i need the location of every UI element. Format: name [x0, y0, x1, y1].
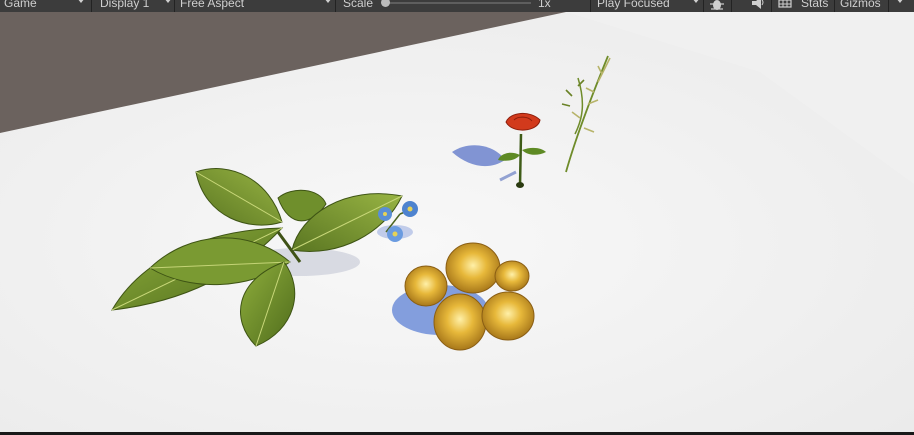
divider	[703, 0, 704, 12]
gizmos-button[interactable]: Gizmos	[840, 0, 881, 11]
view-tab-chevron-down-icon[interactable]	[77, 0, 85, 3]
divider	[834, 0, 835, 12]
aspect-chevron-down-icon[interactable]	[324, 0, 332, 3]
game-view-toolbar: Game Display 1 Free Aspect Scale 1x Play…	[0, 0, 914, 12]
bug-icon[interactable]	[709, 0, 725, 12]
grid-icon[interactable]	[778, 0, 792, 12]
divider	[888, 0, 889, 12]
divider	[174, 0, 175, 12]
gizmos-chevron-down-icon[interactable]	[896, 0, 904, 3]
speaker-icon[interactable]	[751, 0, 765, 12]
display-dropdown[interactable]: Display 1	[100, 0, 149, 11]
stats-button[interactable]: Stats	[801, 0, 828, 11]
display-chevron-down-icon[interactable]	[164, 0, 172, 3]
scale-slider-handle[interactable]	[381, 0, 390, 7]
game-viewport[interactable]	[0, 12, 914, 432]
aspect-dropdown[interactable]: Free Aspect	[180, 0, 244, 11]
game-view: Game Display 1 Free Aspect Scale 1x Play…	[0, 0, 914, 435]
play-mode-chevron-down-icon[interactable]	[692, 0, 700, 3]
divider	[91, 0, 92, 12]
scale-value: 1x	[538, 0, 551, 10]
divider	[731, 0, 732, 12]
scale-label: Scale	[343, 0, 374, 10]
divider	[335, 0, 336, 12]
view-tab-dropdown[interactable]: Game	[4, 0, 37, 11]
divider	[771, 0, 772, 12]
scale-slider-track[interactable]	[383, 2, 531, 4]
divider	[590, 0, 591, 12]
play-mode-dropdown[interactable]: Play Focused	[597, 0, 670, 11]
